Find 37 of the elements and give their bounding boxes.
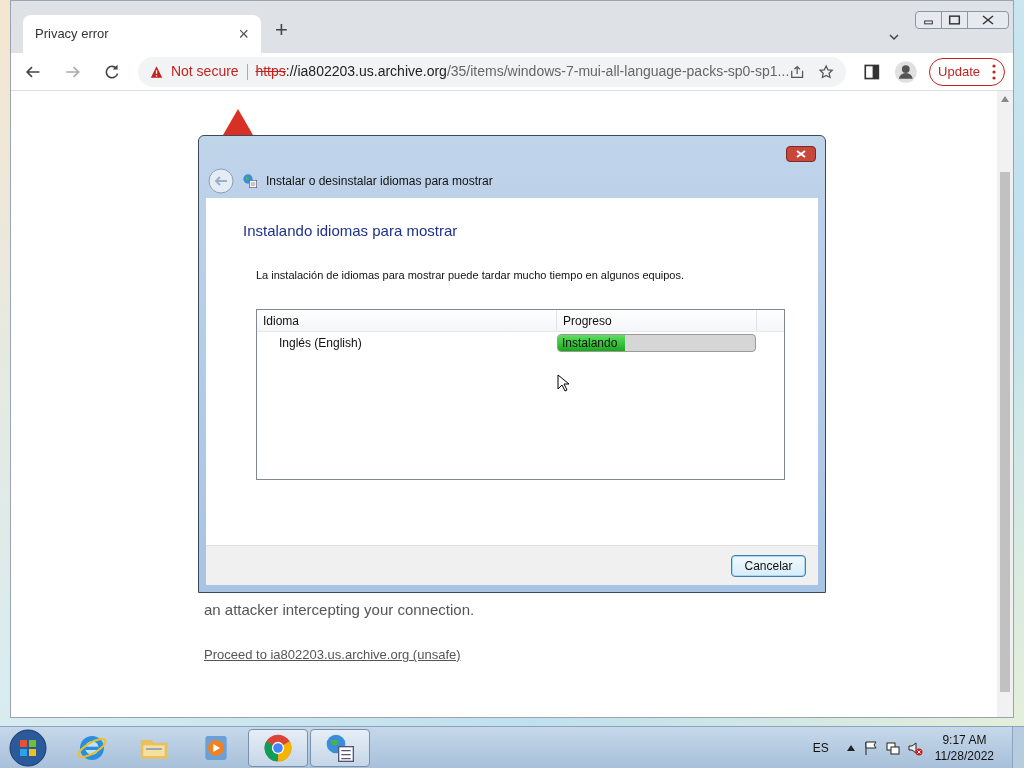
start-button[interactable]: [8, 727, 48, 768]
dialog-title: Instalar o desinstalar idiomas para mostrar: [266, 173, 493, 190]
scroll-up-icon[interactable]: [1001, 96, 1009, 102]
language-indicator[interactable]: ES: [812, 738, 829, 757]
proceed-link[interactable]: Proceed to ia802203.us.archive.org (unsafe): [204, 645, 461, 665]
muted-speaker-icon[interactable]: [906, 739, 923, 756]
profile-icon[interactable]: [893, 59, 918, 84]
taskbar-button[interactable]: [248, 728, 308, 767]
address-bar[interactable]: Not secure https://ia802203.us.archive.org/35/items/windows-7-mui-all-language-packs-sp0-sp1...: [137, 56, 846, 87]
warning-icon: [149, 63, 163, 80]
mouse-pointer-icon: [557, 374, 569, 392]
globe-list-icon: [242, 173, 258, 189]
description-text: La instalación de idiomas para mostrar puede tardar mucho tiempo en algunos equipos.: [256, 267, 686, 283]
close-icon: [796, 150, 806, 158]
column-header[interactable]: Idioma: [257, 310, 557, 331]
close-tab-button[interactable]: ×: [238, 20, 249, 48]
chevron-down-icon[interactable]: [888, 31, 900, 43]
progress-status: Instalando: [562, 335, 618, 351]
url-text: https://ia802203.us.archive.org/35/items/windows-7-mui-all-language-packs-sp0-sp1...: [255, 62, 790, 81]
new-tab-button[interactable]: +: [275, 13, 288, 46]
scrollbar[interactable]: [997, 91, 1013, 717]
tab-title: Privacy error: [35, 25, 109, 44]
column-header[interactable]: Progreso: [557, 310, 757, 331]
more-menu-icon: [992, 63, 996, 80]
close-button[interactable]: [786, 146, 816, 162]
taskbar-button[interactable]: [310, 728, 370, 767]
body-text: an attacker intercepting your connection.: [204, 600, 475, 620]
dialog-heading: Instalando idiomas para mostrar: [243, 221, 459, 241]
security-label: Not secure: [170, 62, 239, 81]
clock-time: 9:17 AM: [942, 731, 987, 748]
cancel-button[interactable]: Cancelar: [731, 554, 806, 577]
language-name: Inglés (English): [278, 335, 363, 352]
browser-tab[interactable]: Privacy error ×: [23, 15, 261, 53]
flag-icon[interactable]: [862, 739, 879, 756]
clock-date: 11/28/2022: [934, 747, 994, 764]
show-hidden-icons-icon[interactable]: [846, 744, 855, 751]
network-icon[interactable]: [884, 739, 901, 756]
